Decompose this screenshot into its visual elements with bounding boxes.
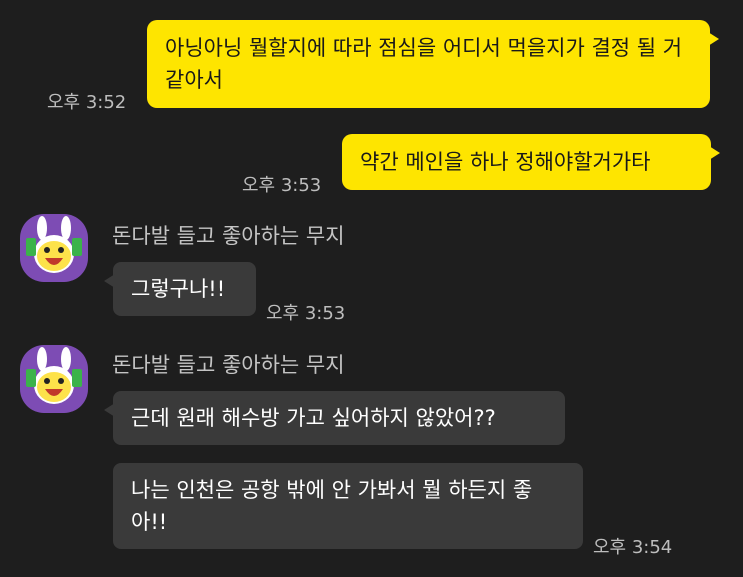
message-text: 아닝아닝 뭘할지에 따라 점심을 어디서 먹을지가 결정 될 거 같아서 [165, 36, 683, 92]
message-text: 약간 메인을 하나 정해야할거가타 [360, 150, 651, 174]
sender-name: 돈다발 들고 좋아하는 무지 [112, 224, 345, 248]
message-text: 근데 원래 해수방 가고 싶어하지 않았어?? [131, 406, 496, 430]
message-text: 나는 인천은 공항 밖에 안 가봐서 뭘 하든지 좋아!! [131, 478, 533, 534]
incoming-message-bubble[interactable]: 근데 원래 해수방 가고 싶어하지 않았어?? [104, 391, 565, 445]
profile-avatar[interactable] [20, 345, 88, 413]
sender-name: 돈다발 들고 좋아하는 무지 [112, 353, 345, 377]
message-time: 오후 3:52 [47, 92, 127, 113]
message-time: 오후 3:53 [242, 175, 322, 196]
outgoing-message-bubble[interactable]: 약간 메인을 하나 정해야할거가타 [342, 134, 720, 190]
message-time: 오후 3:54 [593, 537, 673, 558]
outgoing-message-bubble[interactable]: 아닝아닝 뭘할지에 따라 점심을 어디서 먹을지가 결정 될 거 같아서 [147, 20, 719, 108]
message-time: 오후 3:53 [266, 303, 346, 324]
muzi-holding-money-icon [26, 216, 82, 273]
muzi-holding-money-icon [26, 347, 82, 404]
profile-avatar[interactable] [20, 214, 88, 282]
incoming-message-bubble[interactable]: 나는 인천은 공항 밖에 안 가봐서 뭘 하든지 좋아!! [113, 463, 583, 549]
message-text: 그렇구나!! [131, 277, 226, 301]
incoming-message-bubble[interactable]: 그렇구나!! [104, 262, 256, 316]
